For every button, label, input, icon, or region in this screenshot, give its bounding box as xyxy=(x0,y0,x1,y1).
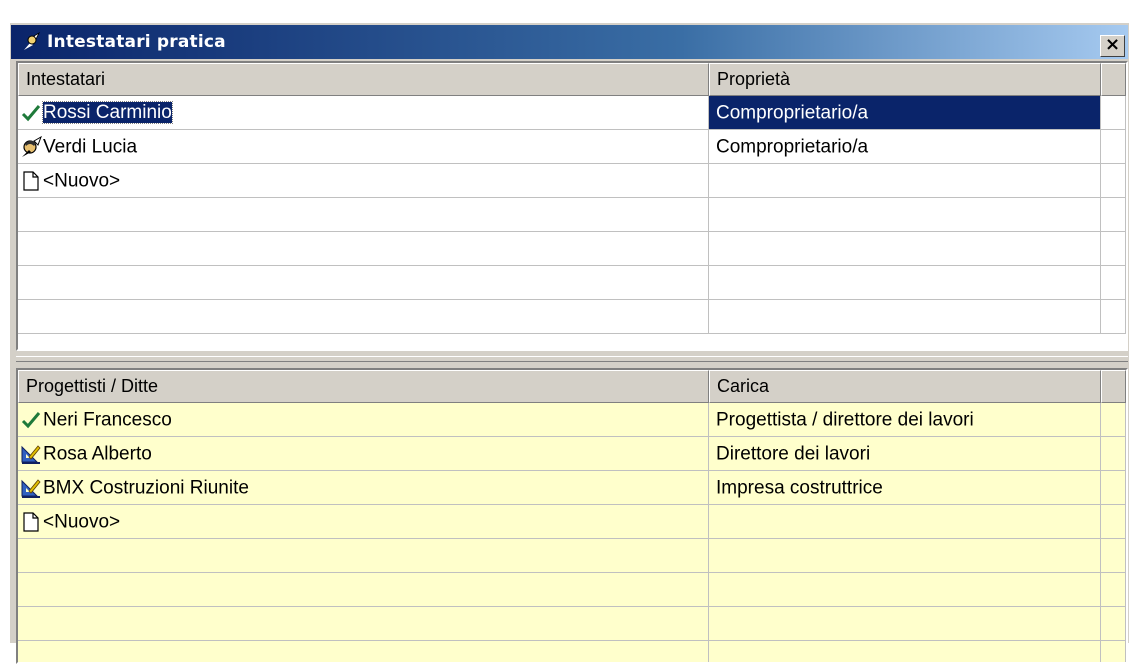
drafting-tools-icon xyxy=(18,443,43,464)
column-header-filler xyxy=(1101,63,1126,96)
name-cell[interactable] xyxy=(18,539,709,573)
value-cell[interactable] xyxy=(709,164,1101,198)
column-header-filler xyxy=(1101,370,1126,403)
new-document-icon xyxy=(18,511,43,532)
splitter-bar[interactable] xyxy=(16,353,1128,366)
value-cell[interactable]: Comproprietario/a xyxy=(709,130,1101,164)
filler-cell xyxy=(1101,130,1126,164)
value-cell[interactable]: Direttore dei lavori xyxy=(709,437,1101,471)
value-cell[interactable]: Progettista / direttore dei lavori xyxy=(709,403,1101,437)
value-cell[interactable] xyxy=(709,300,1101,334)
person-quill-icon xyxy=(24,32,40,50)
dialog-window: Intestatari pratica × Intestatari Propri… xyxy=(9,22,1129,664)
name-cell[interactable] xyxy=(18,641,709,662)
designers-grid: Progettisti / Ditte Carica Neri Francesc… xyxy=(16,368,1128,664)
value-cell[interactable] xyxy=(709,573,1101,607)
value-cell[interactable] xyxy=(709,232,1101,266)
row-value-label: Direttore dei lavori xyxy=(716,443,871,465)
filler-cell xyxy=(1101,96,1126,130)
window-title: Intestatari pratica xyxy=(47,32,226,52)
filler-cell xyxy=(1101,539,1126,573)
row-name-label: Rossi Carminio xyxy=(42,101,173,125)
name-cell[interactable] xyxy=(18,232,709,266)
filler-cell xyxy=(1101,505,1126,539)
column-header-owners[interactable]: Intestatari xyxy=(18,63,709,96)
drafting-tools-icon xyxy=(18,477,43,498)
row-name-label: Neri Francesco xyxy=(43,409,172,431)
person-quill-icon xyxy=(18,135,43,157)
row-value-label: Comproprietario/a xyxy=(716,136,869,158)
column-header-property[interactable]: Proprietà xyxy=(709,63,1101,96)
name-cell[interactable]: Verdi Lucia xyxy=(18,130,709,164)
value-cell[interactable] xyxy=(709,505,1101,539)
name-cell[interactable] xyxy=(18,198,709,232)
name-cell[interactable]: <Nuovo> xyxy=(18,505,709,539)
row-name-label: Verdi Lucia xyxy=(43,136,138,158)
name-cell[interactable]: <Nuovo> xyxy=(18,164,709,198)
title-bar[interactable]: Intestatari pratica × xyxy=(11,25,1128,59)
filler-cell xyxy=(1101,300,1126,334)
filler-cell xyxy=(1101,232,1126,266)
name-cell[interactable] xyxy=(18,573,709,607)
value-cell[interactable]: Comproprietario/a xyxy=(709,96,1101,130)
new-document-icon xyxy=(18,170,43,191)
row-name-label: Rosa Alberto xyxy=(43,443,152,465)
name-cell[interactable]: BMX Costruzioni Riunite xyxy=(18,471,709,505)
filler-cell xyxy=(1101,607,1126,641)
value-cell[interactable] xyxy=(709,607,1101,641)
row-value-label: Impresa costruttrice xyxy=(716,477,883,499)
row-name-label: BMX Costruzioni Riunite xyxy=(43,477,249,499)
value-cell[interactable]: Impresa costruttrice xyxy=(709,471,1101,505)
value-cell[interactable] xyxy=(709,641,1101,662)
checkmark-icon xyxy=(18,409,43,430)
close-button[interactable]: × xyxy=(1100,35,1125,57)
filler-cell xyxy=(1101,573,1126,607)
filler-cell xyxy=(1101,437,1126,471)
name-cell[interactable]: Rossi Carminio xyxy=(18,96,709,130)
filler-cell xyxy=(1101,641,1126,662)
value-cell[interactable] xyxy=(709,539,1101,573)
row-value-label: Comproprietario/a xyxy=(716,102,869,124)
row-name-label: <Nuovo> xyxy=(43,511,121,533)
name-cell[interactable]: Neri Francesco xyxy=(18,403,709,437)
row-value-label: Progettista / direttore dei lavori xyxy=(716,409,974,431)
checkmark-icon xyxy=(18,102,43,123)
row-name-label: <Nuovo> xyxy=(43,170,121,192)
filler-cell xyxy=(1101,198,1126,232)
filler-cell xyxy=(1101,164,1126,198)
value-cell[interactable] xyxy=(709,198,1101,232)
name-cell[interactable] xyxy=(18,607,709,641)
filler-cell xyxy=(1101,266,1126,300)
name-cell[interactable]: Rosa Alberto xyxy=(18,437,709,471)
name-cell[interactable] xyxy=(18,300,709,334)
filler-cell xyxy=(1101,403,1126,437)
owners-grid: Intestatari Proprietà Rossi Carminio Comp… xyxy=(16,61,1128,351)
value-cell[interactable] xyxy=(709,266,1101,300)
column-header-role[interactable]: Carica xyxy=(709,370,1101,403)
filler-cell xyxy=(1101,471,1126,505)
column-header-designers[interactable]: Progettisti / Ditte xyxy=(18,370,709,403)
name-cell[interactable] xyxy=(18,266,709,300)
